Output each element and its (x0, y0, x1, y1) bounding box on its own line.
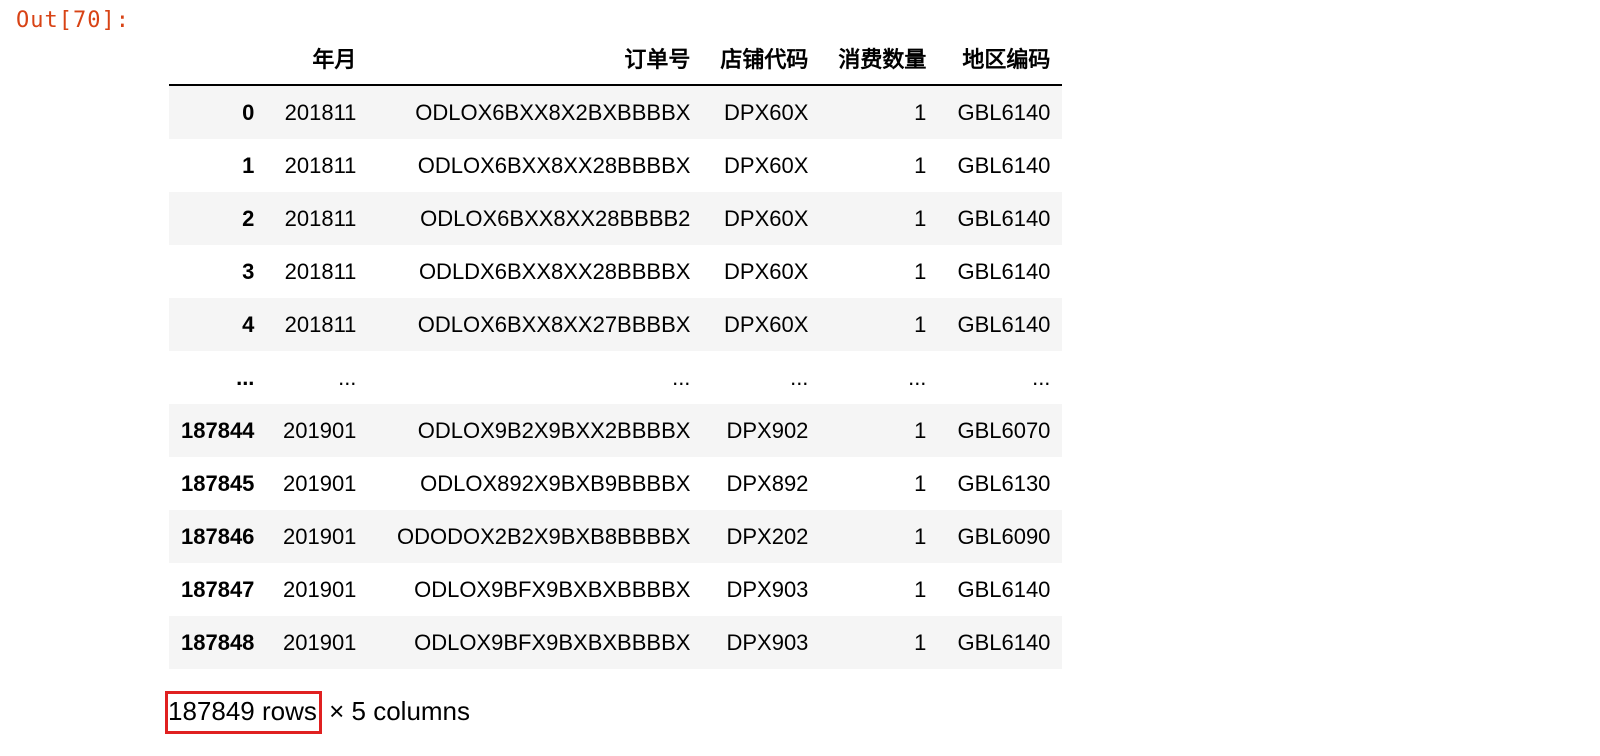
table-cell: 201811 (284, 311, 357, 337)
table-cell: GBL6140 (957, 258, 1051, 284)
table-cell: ODLOX6BXX8XX28BBBB2 (420, 205, 691, 231)
table-cell: DPX903 (726, 576, 809, 602)
column-header: 消费数量 (820, 32, 939, 86)
row-index: 187844 (181, 417, 255, 443)
table-cell: 1 (914, 311, 927, 337)
table-cell: ... (1032, 364, 1051, 390)
table-cell: DPX60X (724, 152, 809, 178)
table-cell: 1 (914, 523, 927, 549)
table-row: .................. (169, 351, 1063, 404)
table-cell: 201901 (283, 523, 357, 549)
output-prompt: Out[70]: (16, 8, 130, 33)
table-cell: ODLOX9BFX9BXBXBBBBX (414, 576, 691, 602)
table-cell: DPX202 (726, 523, 809, 549)
table-row: 1 201811 ODLOX6BXX8XX28BBBBX DPX60X 1 GBL6140 (169, 139, 1063, 192)
table-row: 2 201811 ODLOX6BXX8XX28BBBB2 DPX60X 1 GBL6140 (169, 192, 1063, 245)
table-cell: GBL6130 (957, 470, 1051, 496)
column-header: 年月 (266, 32, 369, 86)
table-cell: ODLOX9B2X9BXX2BBBBX (417, 417, 691, 443)
dataframe-dimensions: 187849 rows × 5 columns (165, 691, 471, 734)
column-header: 订单号 (368, 32, 703, 86)
table-cell: 201901 (283, 470, 357, 496)
table-row: 187845 201901 ODLOX892X9BXB9BBBBX DPX892 1 GB… (169, 457, 1063, 510)
column-header: 店铺代码 (702, 32, 821, 86)
table-cell: 1 (914, 470, 927, 496)
dataframe-output: 年月 订单号 店铺代码 消费数量 地区编码 0 201811 ODLOX6BXX8X… (169, 32, 1063, 669)
table-cell: GBL6140 (957, 576, 1051, 602)
table-cell: ODLOX6BXX8XX28BBBBX (417, 152, 691, 178)
table-cell: ODLOX6BXX8XX27BBBBX (417, 311, 691, 337)
row-index: 1 (242, 152, 255, 178)
row-index: 187848 (181, 629, 255, 655)
table-cell: GBL6090 (957, 523, 1051, 549)
row-index: 2 (242, 205, 255, 231)
row-index: 4 (242, 311, 255, 337)
table-cell: GBL6140 (957, 99, 1051, 125)
table-cell: 1 (914, 629, 927, 655)
table-cell: 1 (914, 99, 927, 125)
table-cell: ODLOX6BXX8X2BXBBBBX (415, 99, 691, 125)
table-cell: DPX903 (726, 629, 809, 655)
table-cell: 201811 (284, 152, 357, 178)
index-header (169, 32, 267, 86)
table-cell: 201811 (284, 205, 357, 231)
table-cell: DPX60X (724, 205, 809, 231)
table-cell: ... (672, 364, 691, 390)
table-cell: DPX892 (726, 470, 809, 496)
table-cell: 201901 (283, 629, 357, 655)
table-row: 187846 201901 ODODOX2B2X9BXB8BBBBX DPX202 1 G… (169, 510, 1063, 563)
row-index: 0 (242, 99, 255, 125)
row-index: ... (236, 364, 255, 390)
table-cell: 1 (914, 152, 927, 178)
table-cell: 201901 (283, 417, 357, 443)
table-row: 187844 201901 ODLOX9B2X9BXX2BBBBX DPX902 1 GB… (169, 404, 1063, 457)
table-row: 0 201811 ODLOX6BXX8X2BXBBBBX DPX60X 1 GBL6140 (169, 85, 1063, 139)
table-cell: GBL6070 (957, 417, 1051, 443)
table-cell: GBL6140 (957, 205, 1051, 231)
table-cell: GBL6140 (957, 311, 1051, 337)
table-cell: 1 (914, 417, 927, 443)
row-index: 187845 (181, 470, 255, 496)
table-row: 4 201811 ODLOX6BXX8XX27BBBBX DPX60X 1 GBL6140 (169, 298, 1063, 351)
highlighted-row-count: 187849 rows (165, 691, 322, 734)
table-cell: 1 (914, 258, 927, 284)
row-index: 187846 (181, 523, 255, 549)
table-cell: DPX60X (724, 258, 809, 284)
table-cell: ODLDX6BXX8XX28BBBBX (418, 258, 691, 284)
table-row: 3 201811 ODLDX6BXX8XX28BBBBX DPX60X 1 GBL6140 (169, 245, 1063, 298)
table-cell: DPX902 (726, 417, 809, 443)
table-cell: 201811 (284, 99, 357, 125)
table-row: 187847 201901 ODLOX9BFX9BXBXBBBBX DPX903 1 GB… (169, 563, 1063, 616)
table-cell: 1 (914, 576, 927, 602)
table-cell: ODLOX892X9BXB9BBBBX (420, 470, 691, 496)
dataframe-table: 年月 订单号 店铺代码 消费数量 地区编码 0 201811 ODLOX6BXX8X… (169, 32, 1063, 669)
table-cell: GBL6140 (957, 152, 1051, 178)
table-cell: ... (908, 364, 927, 390)
row-index: 3 (242, 258, 255, 284)
table-cell: ... (790, 364, 809, 390)
table-cell: 201811 (284, 258, 357, 284)
header-row: 年月 订单号 店铺代码 消费数量 地区编码 (169, 32, 1063, 86)
table-row: 187848 201901 ODLOX9BFX9BXBXBBBBX DPX903 1 GB… (169, 616, 1063, 669)
table-cell: DPX60X (724, 311, 809, 337)
column-header: 地区编码 (938, 32, 1063, 86)
table-cell: DPX60X (724, 99, 809, 125)
table-cell: ODLOX9BFX9BXBXBBBBX (414, 629, 691, 655)
table-cell: GBL6140 (957, 629, 1051, 655)
column-count: × 5 columns (321, 696, 471, 726)
table-cell: 1 (914, 205, 927, 231)
table-cell: ... (338, 364, 357, 390)
row-index: 187847 (181, 576, 255, 602)
table-cell: ODODOX2B2X9BXB8BBBBX (396, 523, 691, 549)
table-cell: 201901 (283, 576, 357, 602)
